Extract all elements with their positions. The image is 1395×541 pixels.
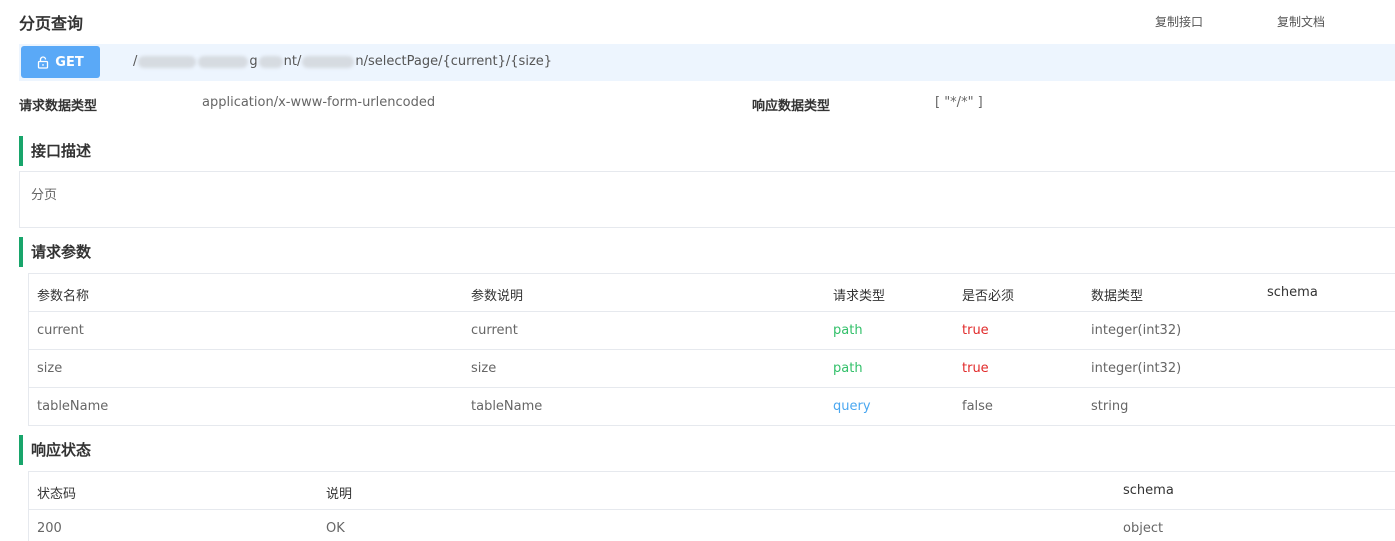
description-box: 分页 xyxy=(19,171,1395,228)
column-header: 数据类型 xyxy=(1091,289,1144,304)
request-content-type-value: application/x-www-form-urlencoded xyxy=(202,95,436,110)
url-suffix: n/selectPage/{current}/{size} xyxy=(355,54,553,69)
param-name: size xyxy=(37,361,63,376)
table-row: tableName tableName query false string xyxy=(29,388,1395,426)
param-required: true xyxy=(962,323,989,338)
column-header: schema xyxy=(1123,483,1174,498)
table-row: current current path true integer(int32) xyxy=(29,312,1395,350)
description-section-title: 接口描述 xyxy=(19,136,91,166)
params-table: 参数名称 参数说明 请求类型 是否必须 数据类型 schema current … xyxy=(28,273,1395,426)
table-row: 200 OK object xyxy=(29,510,1395,541)
redacted-segment xyxy=(198,55,249,68)
column-header: 参数说明 xyxy=(471,289,524,304)
request-url[interactable]: / g nt/n/selectPage/{current}/{size} xyxy=(133,54,552,69)
description-text: 分页 xyxy=(31,188,58,203)
column-header: 参数名称 xyxy=(37,289,90,304)
request-url-bar: GET / g nt/n/selectPage/{current}/{size} xyxy=(19,44,1395,81)
response-desc: OK xyxy=(326,521,345,536)
url-mid1: g xyxy=(249,54,258,69)
params-section-title: 请求参数 xyxy=(19,237,91,267)
redacted-segment xyxy=(138,55,197,68)
param-required: true xyxy=(962,361,989,376)
param-type: integer(int32) xyxy=(1091,323,1182,338)
column-header: 说明 xyxy=(326,487,353,502)
response-schema: object xyxy=(1123,521,1164,536)
column-header: 请求类型 xyxy=(833,289,886,304)
table-row: size size path true integer(int32) xyxy=(29,350,1395,388)
column-header: schema xyxy=(1267,285,1318,300)
param-type: integer(int32) xyxy=(1091,361,1182,376)
param-desc: size xyxy=(471,361,497,376)
param-name: current xyxy=(37,323,84,338)
method-label: GET xyxy=(55,54,84,70)
param-name: tableName xyxy=(37,399,109,414)
param-in: path xyxy=(833,361,863,376)
column-header: 是否必须 xyxy=(962,289,1015,304)
param-desc: tableName xyxy=(471,399,543,414)
responses-header-row: 状态码 说明 schema xyxy=(29,472,1395,510)
params-header-row: 参数名称 参数说明 请求类型 是否必须 数据类型 schema xyxy=(29,274,1395,312)
param-type: string xyxy=(1091,399,1129,414)
redacted-segment xyxy=(258,55,283,68)
responses-section-title: 响应状态 xyxy=(19,435,91,465)
response-content-type-value: [ "*/*" ] xyxy=(935,95,983,110)
unlock-icon xyxy=(38,55,49,69)
redacted-segment xyxy=(302,55,355,68)
response-code: 200 xyxy=(37,521,62,536)
param-in: query xyxy=(833,399,871,414)
copy-doc-button[interactable]: 复制文档 xyxy=(1277,13,1325,30)
param-in: path xyxy=(833,323,863,338)
column-header: 状态码 xyxy=(37,487,77,502)
method-get-button[interactable]: GET xyxy=(21,46,100,78)
copy-api-button[interactable]: 复制接口 xyxy=(1155,13,1203,30)
page-title: 分页查询 xyxy=(19,14,84,33)
param-desc: current xyxy=(471,323,518,338)
url-mid2: nt/ xyxy=(283,54,302,69)
request-content-type-label: 请求数据类型 xyxy=(19,99,98,114)
url-prefix: / xyxy=(133,54,138,69)
responses-table: 状态码 说明 schema 200 OK object xyxy=(28,471,1395,541)
response-content-type-label: 响应数据类型 xyxy=(752,99,831,114)
param-required: false xyxy=(962,399,993,414)
